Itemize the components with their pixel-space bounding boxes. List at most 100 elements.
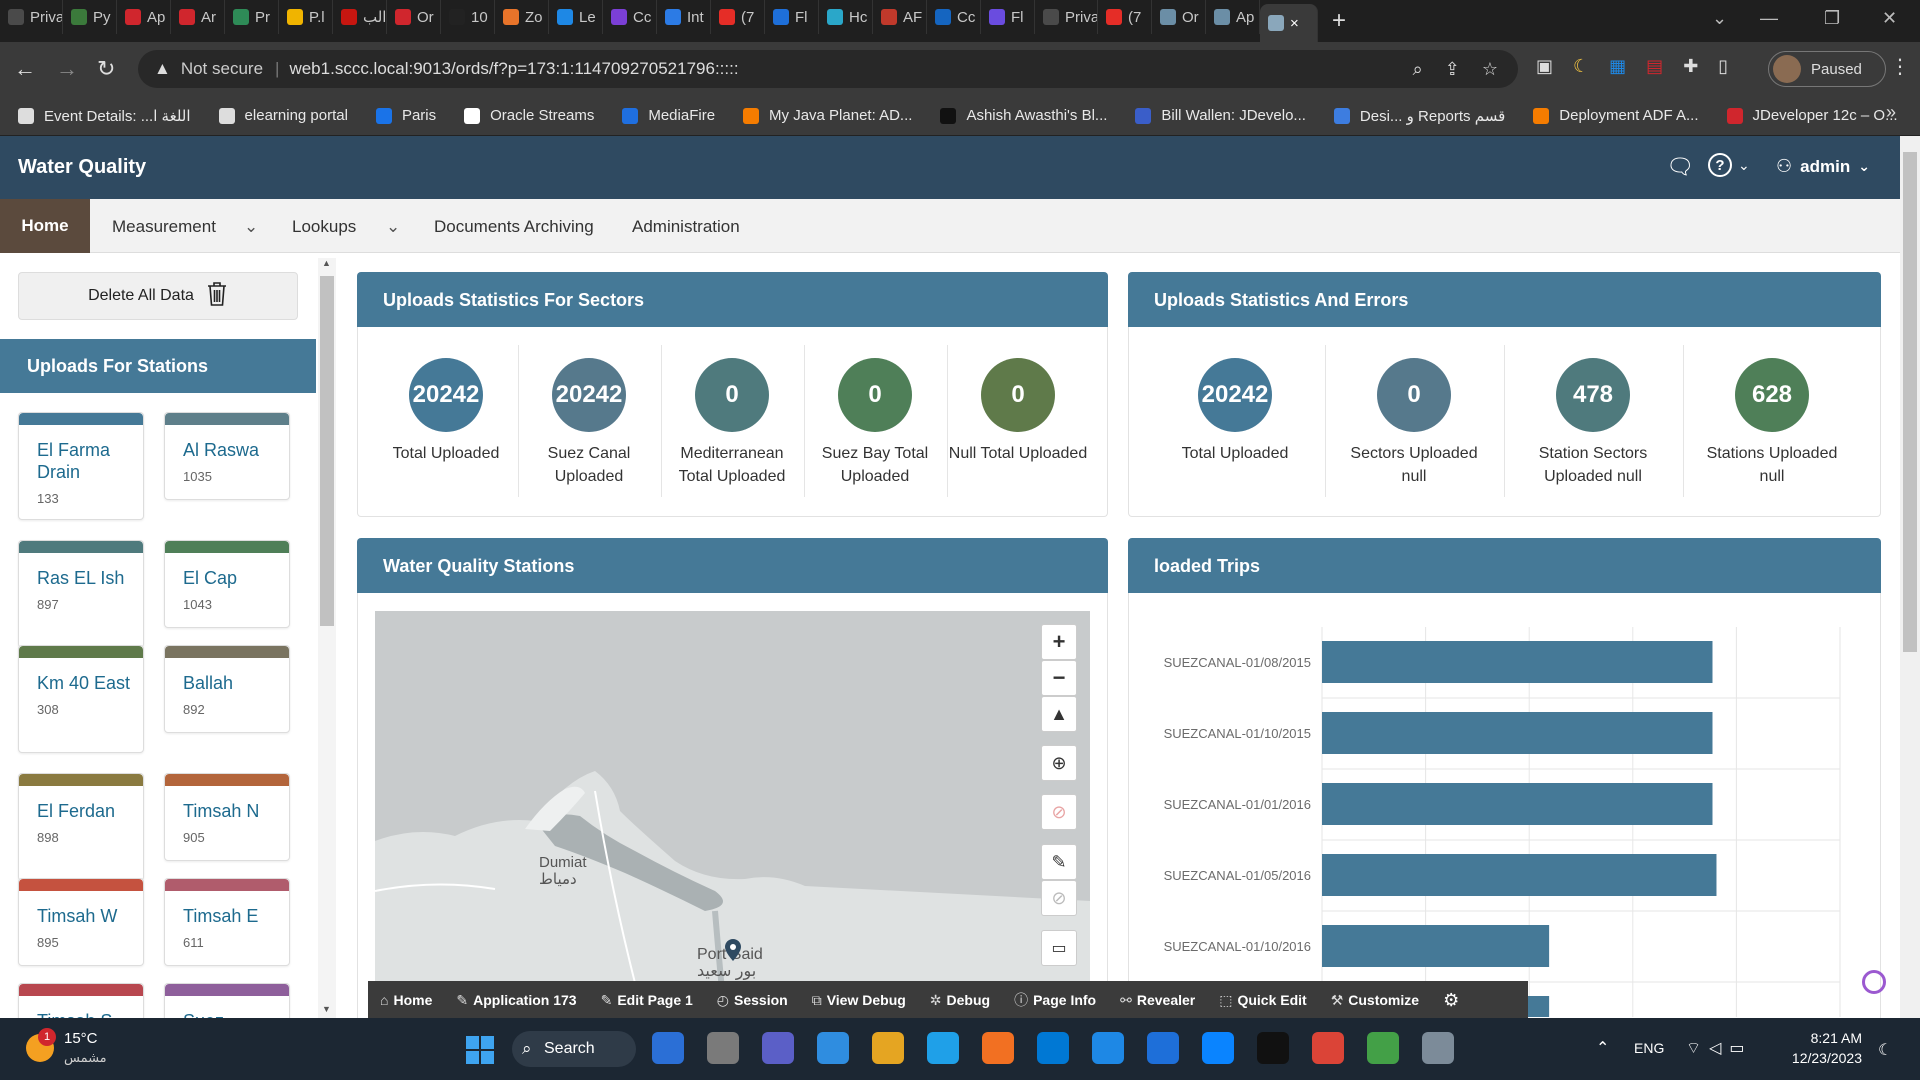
browser-tab[interactable]: (7 — [1098, 0, 1152, 34]
scroll-up-arrow[interactable]: ▲ — [322, 258, 331, 268]
bookmark-item[interactable]: Event Details: ...اللغة ا — [18, 107, 191, 125]
restore-icon[interactable]: ❐ — [1824, 8, 1840, 29]
scroll-down-arrow[interactable]: ▼ — [322, 1004, 331, 1014]
star-icon[interactable]: ☆ — [1482, 59, 1498, 80]
taskbar-app-icon[interactable] — [652, 1032, 684, 1064]
chevron-up-icon[interactable]: ⌃ — [1596, 1038, 1609, 1058]
station-card[interactable]: Timsah N 905 — [164, 773, 290, 861]
browser-tab[interactable]: Cc — [603, 0, 657, 34]
url-text[interactable]: web1.sccc.local:9013/ords/f?p=173:1:1147… — [289, 59, 738, 79]
chart-bar[interactable] — [1322, 783, 1713, 825]
extension-icon[interactable]: ▦ — [1609, 56, 1626, 77]
browser-tab[interactable]: Hc — [819, 0, 873, 34]
dev-toolbar-item[interactable]: ◴ Session — [717, 992, 788, 1009]
close-window-icon[interactable]: ✕ — [1882, 8, 1897, 29]
taskbar-app-icon[interactable] — [1422, 1032, 1454, 1064]
taskbar-search[interactable]: ⌕ Search — [512, 1031, 636, 1067]
wifi-volume-battery-icons[interactable]: ⌔◁▭ — [1686, 1038, 1752, 1058]
bookmark-item[interactable]: elearning portal — [218, 107, 348, 124]
dev-toolbar-item[interactable]: ⧉ View Debug — [812, 992, 906, 1009]
taskbar-app-icon[interactable] — [1092, 1032, 1124, 1064]
station-card[interactable]: Timsah S — [18, 983, 144, 1023]
browser-tab[interactable]: Le — [549, 0, 603, 34]
menu-kebab-icon[interactable]: ⋮ — [1890, 54, 1910, 79]
bookmarks-more[interactable]: » — [1886, 102, 1896, 123]
dev-toolbar-item[interactable]: ✎ Application 173 — [456, 992, 576, 1009]
browser-tab[interactable]: Or — [1152, 0, 1206, 34]
chart-bar[interactable] — [1322, 925, 1550, 967]
omnibox[interactable]: ▲ Not secure | web1.sccc.local:9013/ords… — [138, 50, 1518, 88]
chart-bar[interactable] — [1322, 641, 1713, 683]
station-card[interactable]: El Ferdan 898 — [18, 773, 144, 881]
clear-icon[interactable]: ⊘ — [1041, 880, 1077, 916]
dev-toolbar-item[interactable]: ⬚ Quick Edit — [1219, 992, 1306, 1009]
browser-tab[interactable]: Ap — [117, 0, 171, 34]
bookmark-item[interactable]: JDeveloper 12c – O... — [1726, 107, 1898, 124]
forward-icon[interactable]: → — [56, 56, 78, 82]
locate-icon[interactable]: ⊘ — [1041, 794, 1077, 830]
station-card[interactable]: Timsah W 895 — [18, 878, 144, 966]
clock-time[interactable]: 8:21 AM — [1786, 1030, 1862, 1046]
delete-all-data-button[interactable]: Delete All Data — [18, 272, 298, 320]
browser-tab[interactable]: Or — [387, 0, 441, 34]
station-card[interactable]: El Farma Drain 133 — [18, 412, 144, 520]
window-dropdown-icon[interactable]: ⌄ — [1712, 8, 1727, 29]
bookmark-item[interactable]: Ashish Awasthi's Bl... — [940, 107, 1107, 124]
taskbar-app-icon[interactable] — [872, 1032, 904, 1064]
extension-icon[interactable]: ▤ — [1646, 56, 1663, 77]
browser-tab[interactable]: Zo — [495, 0, 549, 34]
zoom-area-icon[interactable]: ⊕ — [1041, 745, 1077, 781]
bookmark-item[interactable]: Deployment ADF A... — [1533, 107, 1699, 124]
taskbar-app-icon[interactable] — [982, 1032, 1014, 1064]
browser-tab[interactable]: الب — [333, 0, 387, 34]
zoom-in-icon[interactable]: + — [1041, 624, 1077, 660]
dev-toolbar-item[interactable]: ✲ Debug — [930, 992, 990, 1009]
chart-bar[interactable] — [1322, 712, 1713, 754]
notifications-icon[interactable]: ☾ — [1878, 1040, 1892, 1060]
browser-tab[interactable]: 10 — [441, 0, 495, 34]
browser-tab[interactable]: Fl — [765, 0, 819, 34]
taskbar-app-icon[interactable] — [1147, 1032, 1179, 1064]
taskbar-app-icon[interactable] — [762, 1032, 794, 1064]
windows-start-icon[interactable] — [466, 1036, 494, 1069]
station-card[interactable]: Al Raswa 1035 — [164, 412, 290, 500]
sidebar-scroll-thumb[interactable] — [320, 276, 334, 626]
bookmark-item[interactable]: Bill Wallen: JDevelo... — [1135, 107, 1306, 124]
chat-icon[interactable]: 🗨 — [1666, 154, 1694, 180]
compass-icon[interactable]: ▲ — [1041, 696, 1077, 732]
bookmark-item[interactable]: My Java Planet: AD... — [743, 107, 912, 124]
browser-tab[interactable]: Pr — [225, 0, 279, 34]
new-tab-button[interactable]: + — [1332, 7, 1346, 35]
app-title[interactable]: Water Quality — [18, 156, 146, 179]
taskbar-app-icon[interactable] — [1037, 1032, 1069, 1064]
moon-icon[interactable]: ☾ — [1573, 56, 1589, 77]
station-card[interactable]: Ballah 892 — [164, 645, 290, 733]
language-indicator[interactable]: ENG — [1634, 1040, 1664, 1056]
user-menu[interactable]: ⚇ admin ⌄ — [1776, 156, 1870, 177]
reload-icon[interactable]: ↻ — [97, 56, 115, 82]
back-icon[interactable]: ← — [14, 56, 36, 82]
stations-map[interactable]: Dumiat دمياط Port Said بور سعيد — [375, 611, 1090, 1021]
menu-lookups[interactable]: Lookups — [292, 217, 356, 237]
taskbar-app-icon[interactable] — [1202, 1032, 1234, 1064]
zoom-out-icon[interactable]: − — [1041, 660, 1077, 696]
browser-tab[interactable]: (7 — [711, 0, 765, 34]
draw-icon[interactable]: ✎ — [1041, 844, 1077, 880]
browser-tab[interactable]: Cc — [927, 0, 981, 34]
browser-tab[interactable]: Ar — [171, 0, 225, 34]
sidepanel-icon[interactable]: ▯ — [1718, 56, 1728, 77]
menu-home[interactable]: Home — [0, 199, 90, 253]
station-card[interactable]: Ras EL Ish 897 — [18, 540, 144, 648]
dev-toolbar-item[interactable]: ⌂ Home — [380, 992, 432, 1008]
chevron-down-icon[interactable]: ⌄ — [244, 217, 258, 237]
browser-tab[interactable]: Privacy — [1035, 0, 1098, 34]
station-marker-icon[interactable] — [725, 939, 741, 966]
taskbar-app-icon[interactable] — [1257, 1032, 1289, 1064]
bookmark-item[interactable]: Desi... و Reports قسم — [1333, 107, 1505, 125]
browser-tab[interactable]: Fl — [981, 0, 1035, 34]
station-card[interactable]: Timsah E 611 — [164, 878, 290, 966]
taskbar-app-icon[interactable] — [817, 1032, 849, 1064]
station-card[interactable]: Suez — [164, 983, 290, 1023]
taskbar-app-icon[interactable] — [1367, 1032, 1399, 1064]
dev-toolbar-item[interactable]: ⓘ Page Info — [1014, 990, 1096, 1010]
